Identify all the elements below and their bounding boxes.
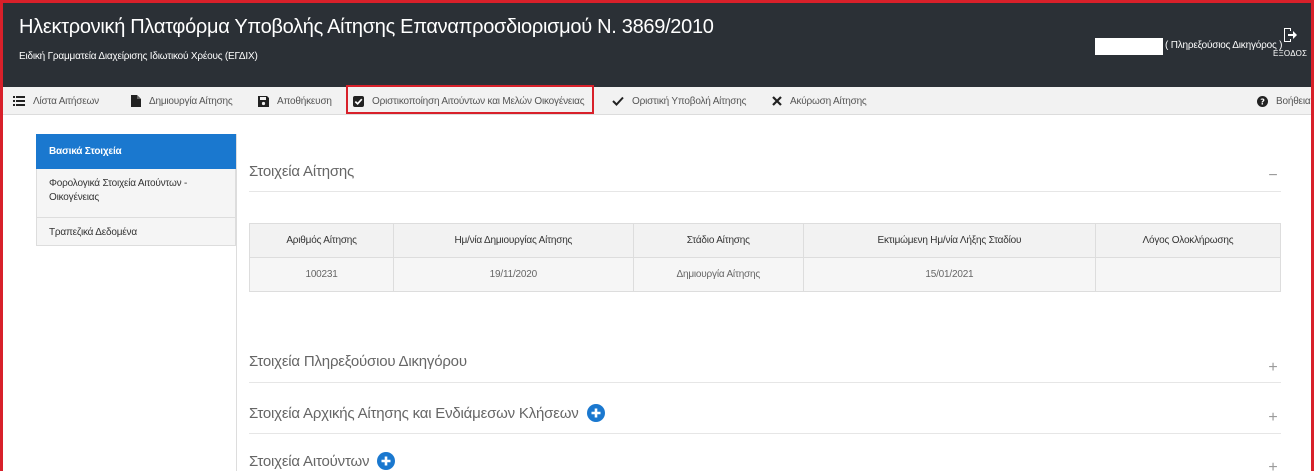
table-row: 100231 19/11/2020 Δημιουργία Αίτησης 15/… [248, 257, 1282, 292]
expand-toggle-lawyer[interactable]: + [1265, 359, 1281, 377]
cell-completion-reason [1094, 257, 1282, 292]
side-nav: Βασικά Στοιχεία Φορολογικά Στοιχεία Αιτο… [36, 134, 236, 246]
add-circle-icon[interactable] [586, 404, 605, 422]
section-application-header[interactable]: Στοιχεία Αίτησης [249, 163, 354, 180]
toolbar-cancel-label: Ακύρωση Αίτησης [790, 95, 867, 107]
toolbar: Λίστα Αιτήσεων Δημιουργία Αίτησης Αποθήκ… [3, 87, 1311, 115]
expand-toggle-applicants[interactable]: + [1265, 459, 1281, 471]
user-role: ( Πληρεξούσιος Δικηγόρος ) [1165, 40, 1283, 51]
section-initial-header[interactable]: Στοιχεία Αρχικής Αίτησης και Ενδιάμεσων … [249, 404, 605, 422]
sidenav-item-tax[interactable]: Φορολογικά Στοιχεία Αιτούντων - Οικογένε… [36, 169, 236, 218]
nav-divider [236, 134, 237, 471]
app-title: Ηλεκτρονική Πλατφόρμα Υποβολής Αίτησης Ε… [19, 16, 714, 38]
th-creation-date: Ημ/νία Δημιουργίας Αίτησης [393, 223, 634, 258]
section-applicants-header[interactable]: Στοιχεία Αιτούντων [249, 452, 396, 470]
toolbar-create-label: Δημιουργία Αίτησης [149, 95, 233, 107]
toolbar-final-submit-label: Οριστική Υποβολή Αίτησης [632, 95, 747, 107]
sidenav-item-bank[interactable]: Τραπεζικά Δεδομένα [36, 218, 236, 246]
checkbox-checked-icon [353, 95, 364, 107]
toolbar-final-submit[interactable]: Οριστική Υποβολή Αίτησης [612, 87, 746, 115]
toolbar-list-label: Λίστα Αιτήσεων [33, 95, 99, 107]
th-application-number: Αριθμός Αίτησης [248, 223, 395, 258]
toolbar-help[interactable]: ? Βοήθεια ▼ [1257, 87, 1311, 115]
toolbar-cancel-application[interactable]: Ακύρωση Αίτησης [772, 87, 867, 115]
toolbar-list-applications[interactable]: Λίστα Αιτήσεων [13, 87, 99, 115]
table-header-row: Αριθμός Αίτησης Ημ/νία Δημιουργίας Αίτησ… [248, 223, 1282, 258]
cell-creation-date: 19/11/2020 [393, 257, 634, 292]
exit-label: ΕΞΟΔΟΣ [1273, 49, 1308, 58]
section-applicants-title: Στοιχεία Αιτούντων [249, 452, 370, 470]
app-frame: Ηλεκτρονική Πλατφόρμα Υποβολής Αίτησης Ε… [0, 0, 1314, 471]
toolbar-help-label: Βοήθεια [1276, 95, 1311, 107]
svg-text:?: ? [1260, 97, 1265, 106]
close-icon [772, 96, 782, 106]
section-divider [249, 382, 1281, 383]
th-estimated-end-date: Εκτιμώμενη Ημ/νία Λήξης Σταδίου [802, 223, 1096, 258]
app-header: Ηλεκτρονική Πλατφόρμα Υποβολής Αίτησης Ε… [3, 3, 1311, 87]
expand-toggle-initial[interactable]: + [1265, 409, 1281, 427]
th-completion-reason: Λόγος Ολοκλήρωσης [1094, 223, 1282, 258]
file-icon [131, 95, 141, 107]
list-icon [13, 96, 25, 106]
question-circle-icon: ? [1257, 95, 1268, 107]
toolbar-save[interactable]: Αποθήκευση [258, 87, 332, 115]
app-subtitle: Ειδική Γραμματεία Διαχείρισης Ιδιωτικού … [19, 51, 258, 62]
th-stage: Στάδιο Αίτησης [632, 223, 804, 258]
toolbar-create-application[interactable]: Δημιουργία Αίτησης [131, 87, 233, 115]
save-icon [258, 95, 269, 107]
section-initial-title: Στοιχεία Αρχικής Αίτησης και Ενδιάμεσων … [249, 404, 579, 422]
toolbar-save-label: Αποθήκευση [277, 95, 332, 107]
toolbar-finalize-label: Οριστικοποίηση Αιτούντων και Μελών Οικογ… [372, 95, 585, 107]
section-application-title: Στοιχεία Αίτησης [249, 163, 355, 180]
section-lawyer-title: Στοιχεία Πληρεξούσιου Δικηγόρου [249, 353, 467, 370]
section-divider [249, 433, 1281, 434]
check-icon [612, 96, 624, 106]
username-redacted [1095, 38, 1163, 55]
application-table: Αριθμός Αίτησης Ημ/νία Δημιουργίας Αίτησ… [248, 223, 1282, 292]
section-divider [249, 191, 1281, 192]
exit-button[interactable]: ΕΞΟΔΟΣ [1273, 27, 1307, 58]
toolbar-finalize-applicants[interactable]: Οριστικοποίηση Αιτούντων και Μελών Οικογ… [353, 87, 585, 115]
add-circle-icon[interactable] [377, 452, 396, 470]
section-lawyer-header[interactable]: Στοιχεία Πληρεξούσιου Δικηγόρου [249, 353, 467, 370]
sign-out-icon [1284, 28, 1297, 42]
cell-stage: Δημιουργία Αίτησης [632, 257, 804, 292]
collapse-toggle[interactable]: − [1265, 167, 1281, 185]
sidenav-item-basic[interactable]: Βασικά Στοιχεία [36, 134, 236, 169]
cell-application-number: 100231 [248, 257, 395, 292]
cell-estimated-end-date: 15/01/2021 [802, 257, 1096, 292]
